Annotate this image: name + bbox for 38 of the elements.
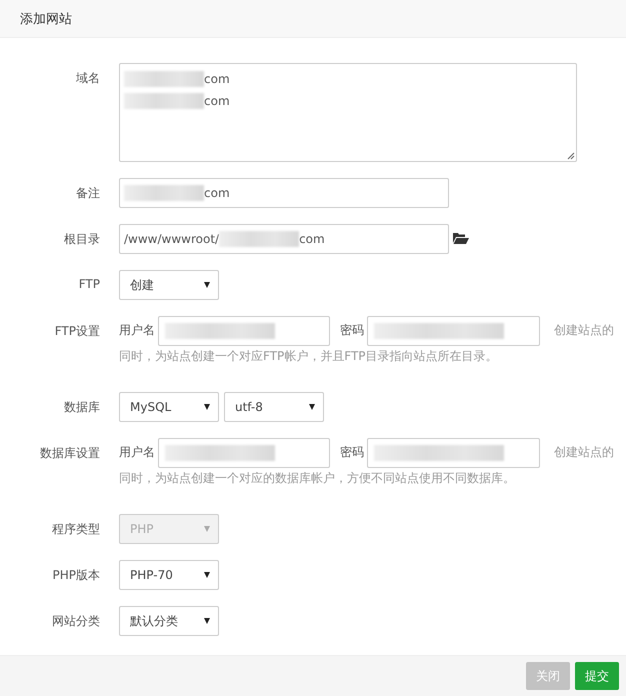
password-input[interactable] <box>367 316 540 346</box>
field-label: 根目录 <box>64 231 100 248</box>
field-label: 网站分类 <box>52 613 100 630</box>
dropdown-select[interactable]: utf-8 <box>224 392 324 422</box>
field-label: 程序类型 <box>52 521 100 538</box>
field-value: com <box>299 232 325 246</box>
field-label: 数据库 <box>64 399 100 416</box>
dropdown-select[interactable]: MySQL <box>119 392 219 422</box>
dropdown-select[interactable]: PHP-70 <box>119 560 219 590</box>
folder-icon[interactable] <box>453 231 469 245</box>
field-label: FTP <box>78 277 100 291</box>
password-label: 密码 <box>340 445 364 460</box>
username-label: 用户名 <box>119 445 155 460</box>
field-label: FTP设置 <box>54 323 100 340</box>
field-label: 域名 <box>76 70 100 87</box>
field-label: 备注 <box>76 185 100 202</box>
dialog-title: 添加网站 <box>20 10 72 28</box>
hint-text: 创建站点的 <box>554 323 614 338</box>
password-input[interactable] <box>367 438 540 468</box>
username-label: 用户名 <box>119 323 155 338</box>
resize-grip-icon[interactable] <box>567 152 575 160</box>
hint-text: 同时，为站点创建一个对应FTP帐户，并且FTP目录指向站点所在目录。 <box>119 348 498 365</box>
field-value: com <box>204 94 230 108</box>
domain-textarea[interactable]: com com <box>119 63 577 162</box>
field-label: PHP版本 <box>52 567 100 584</box>
hint-text: 创建站点的 <box>554 445 614 460</box>
text-input[interactable]: /www/wwwroot/ com <box>119 224 449 254</box>
field-value: com <box>204 186 230 200</box>
hint-text: 同时，为站点创建一个对应的数据库帐户，方便不同站点使用不同数据库。 <box>119 470 515 487</box>
text-input[interactable]: com <box>119 178 449 208</box>
username-input[interactable] <box>158 316 330 346</box>
field-value: /www/wwwroot/ <box>124 232 220 246</box>
password-label: 密码 <box>340 323 364 338</box>
field-label: 数据库设置 <box>40 445 100 462</box>
username-input[interactable] <box>158 438 330 468</box>
dropdown-select[interactable]: 创建 <box>119 270 219 300</box>
dropdown-select[interactable]: 默认分类 <box>119 606 219 636</box>
field-value: com <box>204 72 230 86</box>
